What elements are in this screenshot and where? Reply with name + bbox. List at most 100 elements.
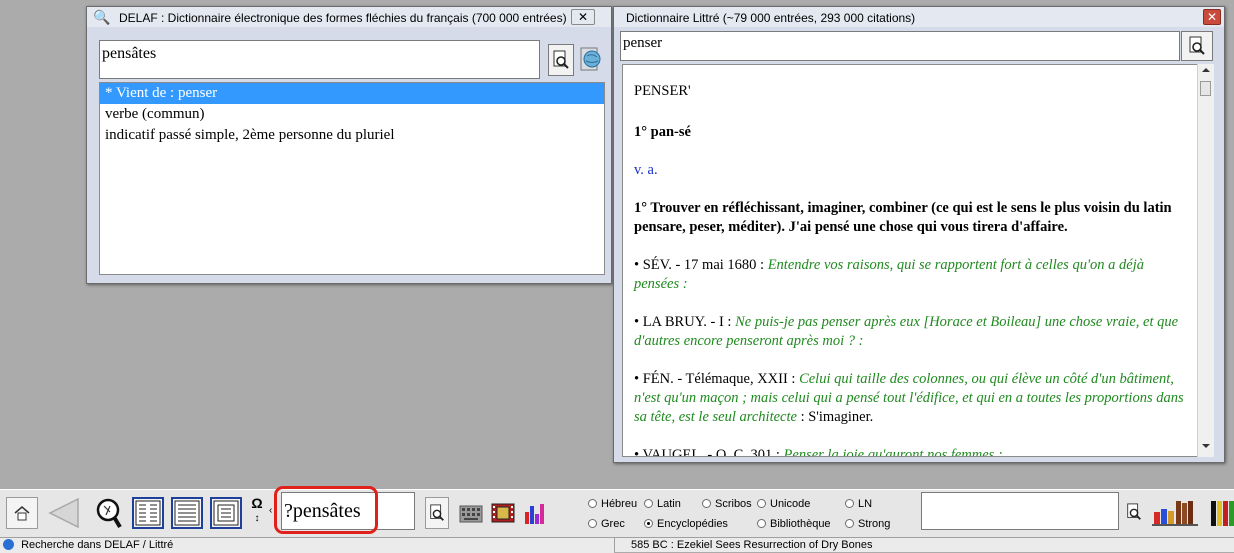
entry-sense-1: 1° Trouver en réfléchissant, imaginer, c… — [634, 200, 1172, 235]
radio-label: LN — [858, 498, 873, 510]
delaf-search-input[interactable]: pensâtes — [99, 40, 540, 79]
radio-hebreu[interactable]: Hébreu — [588, 498, 637, 510]
columns-layout-icon — [135, 500, 161, 526]
globe-book-icon — [580, 47, 601, 71]
littre-search-button[interactable] — [1181, 31, 1213, 61]
citation-source: • SÉV. - 17 mai 1680 : — [634, 257, 768, 273]
citation-source: • VAUGEL. - Q. C. 301 : — [634, 447, 784, 457]
film-button[interactable] — [490, 500, 516, 526]
delaf-results-list[interactable]: * Vient de : penser verbe (commun) indic… — [99, 82, 605, 275]
delaf-title: DELAF : Dictionnaire électronique des fo… — [119, 11, 567, 25]
radio-label: Bibliothèque — [770, 518, 831, 530]
delaf-window: 🔍 DELAF : Dictionnaire électronique des … — [86, 6, 612, 284]
radio-dot — [757, 499, 766, 508]
radio-label: Hébreu — [601, 498, 638, 510]
magnifier-page-icon — [1189, 36, 1205, 55]
magnifier-page-icon — [430, 504, 444, 521]
sort-icon[interactable]: ↕ — [250, 513, 264, 527]
littre-entry-pane[interactable]: PENSER' 1° pan-sé v. a. 1° Trouver en ré… — [622, 64, 1198, 457]
scroll-up-arrow-icon[interactable] — [1202, 68, 1210, 72]
film-icon — [491, 503, 515, 523]
back-arrow-button[interactable] — [44, 496, 84, 530]
colored-books-button[interactable] — [1208, 498, 1234, 528]
keyboard-icon — [459, 505, 483, 523]
search-tool-button[interactable] — [93, 497, 125, 529]
radio-bibliotheque[interactable]: Bibliothèque — [757, 518, 831, 530]
citation-source: • FÉN. - Télémaque, XXII : — [634, 371, 800, 387]
radio-dot — [702, 499, 711, 508]
main-search-button[interactable] — [425, 497, 449, 529]
scroll-thumb[interactable] — [1200, 81, 1211, 96]
entry-pronunciation: 1° pan-sé — [634, 124, 691, 140]
windows-layout-icon — [213, 500, 239, 526]
delaf-result-item[interactable]: verbe (commun) — [100, 104, 604, 125]
citation-text: Penser la joie qu'auront nos femmes : — [783, 447, 1003, 457]
radio-ln[interactable]: LN — [845, 498, 872, 510]
citation: • FÉN. - Télémaque, XXII : Celui qui tai… — [634, 370, 1185, 427]
search-status-icon — [3, 539, 14, 550]
citation-source: • LA BRUY. - I : — [634, 314, 736, 330]
back-arrow-icon — [48, 497, 79, 529]
littre-title: Dictionnaire Littré (~79 000 entrées, 29… — [626, 11, 916, 25]
littre-close-button[interactable]: ✕ — [1203, 9, 1221, 25]
layout-two-columns-button[interactable] — [132, 497, 164, 529]
secondary-search-button[interactable] — [1122, 497, 1146, 529]
radio-label: Latin — [657, 498, 681, 510]
delaf-search-button[interactable] — [548, 44, 574, 76]
radio-unicode[interactable]: Unicode — [757, 498, 810, 510]
littre-titlebar[interactable]: Dictionnaire Littré (~79 000 entrées, 29… — [614, 7, 1224, 27]
radio-dot-selected — [644, 519, 653, 528]
rows-layout-icon — [174, 500, 200, 526]
scroll-down-arrow-icon[interactable] — [1202, 444, 1210, 448]
magnifier-page-icon — [1127, 503, 1141, 520]
entry-part-of-speech: v. a. — [634, 162, 658, 178]
secondary-search-input[interactable] — [921, 492, 1119, 530]
library-button[interactable] — [1152, 498, 1202, 528]
radio-label: Unicode — [770, 498, 811, 510]
radio-dot — [588, 519, 597, 528]
layout-windows-button[interactable] — [210, 497, 242, 529]
citation-tail: : S'imaginer. — [796, 409, 874, 425]
delaf-close-button[interactable]: ✕ — [571, 9, 595, 25]
citation: • LA BRUY. - I : Ne puis-je pas penser a… — [634, 313, 1185, 351]
magnifier-page-icon — [553, 50, 569, 69]
littre-search-input[interactable]: penser — [620, 31, 1180, 61]
status-bar-right: 585 BC : Ezekiel Sees Resurrection of Dr… — [614, 537, 1234, 552]
delaf-globe-button[interactable] — [578, 44, 604, 76]
radio-label: Encyclopédies — [657, 518, 728, 530]
search-highlight-outline — [274, 486, 378, 534]
status-bar-left: Recherche dans DELAF / Littré — [0, 537, 614, 553]
littre-vertical-scrollbar[interactable] — [1197, 64, 1214, 457]
radio-encyclopedies[interactable]: Encyclopédies — [644, 518, 728, 530]
layout-single-column-button[interactable] — [171, 497, 203, 529]
books-icon — [1211, 501, 1234, 526]
radio-dot — [845, 519, 854, 528]
home-button[interactable] — [6, 497, 38, 529]
library-icon — [1152, 501, 1198, 526]
radio-scribos[interactable]: Scribos — [702, 498, 752, 510]
omega-button[interactable]: Ω — [248, 495, 266, 511]
radio-latin[interactable]: Latin — [644, 498, 681, 510]
radio-label: Strong — [858, 518, 891, 530]
citation: • SÉV. - 17 mai 1680 : Entendre vos rais… — [634, 256, 1185, 294]
entry-headword: PENSER' — [634, 83, 691, 99]
scroll-left-arrow-icon[interactable]: ‹ — [269, 505, 272, 516]
status-text-right: 585 BC : Ezekiel Sees Resurrection of Dr… — [631, 539, 873, 551]
bar-chart-icon — [525, 504, 544, 524]
radio-label: Scribos — [715, 498, 752, 510]
delaf-result-item[interactable]: indicatif passé simple, 2ème personne du… — [100, 125, 604, 146]
dictionary-search-icon: 🔍 — [93, 9, 111, 25]
magnifier-icon — [96, 498, 122, 529]
statistics-button[interactable] — [522, 500, 548, 526]
delaf-titlebar[interactable]: 🔍 DELAF : Dictionnaire électronique des … — [87, 7, 611, 27]
radio-grec[interactable]: Grec — [588, 518, 625, 530]
radio-label: Grec — [601, 518, 625, 530]
radio-dot — [845, 499, 854, 508]
keyboard-button[interactable] — [458, 500, 484, 526]
radio-dot — [644, 499, 653, 508]
radio-dot — [757, 519, 766, 528]
radio-strong[interactable]: Strong — [845, 518, 890, 530]
status-text-left: Recherche dans DELAF / Littré — [21, 539, 174, 551]
radio-dot — [588, 499, 597, 508]
delaf-result-item[interactable]: * Vient de : penser — [100, 83, 604, 104]
